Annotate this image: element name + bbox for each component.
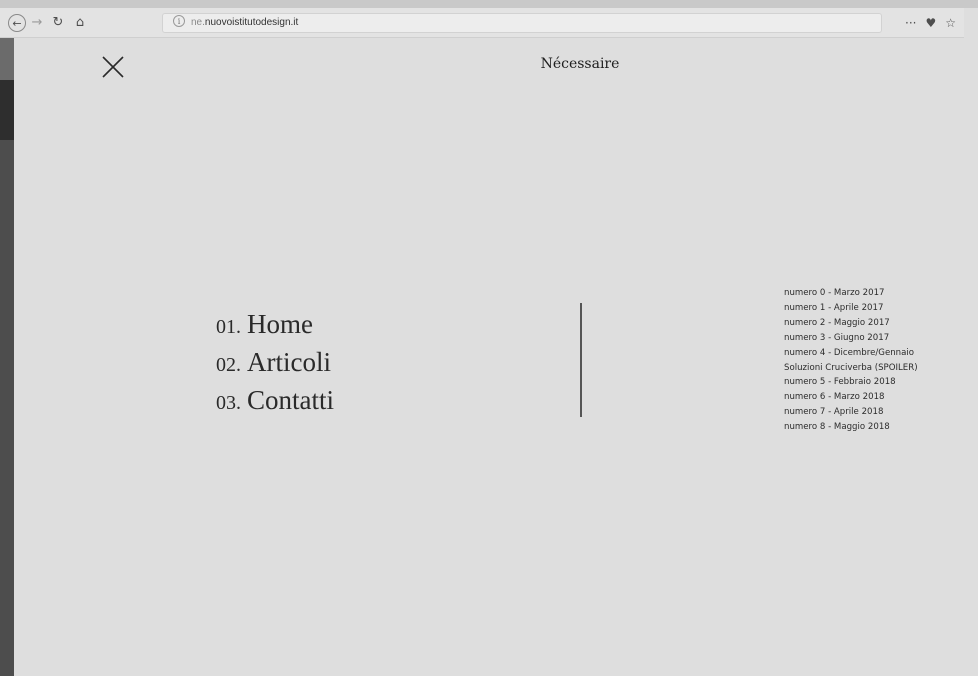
issue-link[interactable]: numero 8 - Maggio 2018 <box>784 420 918 435</box>
site-title[interactable]: Nécessaire <box>480 56 680 72</box>
url-bar[interactable]: i ne.nuovoistitutodesign.it <box>162 13 882 33</box>
issue-link[interactable]: numero 0 - Marzo 2017 <box>784 286 918 301</box>
vertical-divider <box>580 303 582 417</box>
reload-icon[interactable]: ↻ <box>50 14 66 32</box>
menu-item-home[interactable]: 01. Home <box>216 306 334 344</box>
bookmark-star-icon[interactable]: ☆ <box>945 16 956 30</box>
issue-link[interactable]: numero 6 - Marzo 2018 <box>784 390 918 405</box>
browser-toolbar: ← → ↻ ⌂ i ne.nuovoistitutodesign.it ··· … <box>0 8 964 38</box>
issue-link[interactable]: numero 5 - Febbraio 2018 <box>784 375 918 390</box>
menu-item-label: Articoli <box>247 347 331 377</box>
back-icon[interactable]: ← <box>8 14 26 32</box>
menu-item-number: 02. <box>216 354 241 376</box>
home-icon[interactable]: ⌂ <box>72 14 88 32</box>
main-menu: 01. Home 02. Articoli 03. Contatti <box>216 306 334 420</box>
backdrop-strip <box>0 0 978 8</box>
menu-item-label: Home <box>247 309 313 339</box>
url-domain: nuovoistitutodesign.it <box>204 17 299 28</box>
issue-link[interactable]: numero 1 - Aprile 2017 <box>784 301 918 316</box>
issues-list: numero 0 - Marzo 2017 numero 1 - Aprile … <box>784 286 918 435</box>
url-subdomain: ne. <box>191 17 205 28</box>
issue-link[interactable]: numero 2 - Maggio 2017 <box>784 316 918 331</box>
issue-link[interactable]: numero 3 - Giugno 2017 <box>784 331 918 346</box>
menu-item-articoli[interactable]: 02. Articoli <box>216 344 334 382</box>
pocket-icon[interactable]: ♥ <box>925 16 936 30</box>
menu-item-number: 01. <box>216 316 241 338</box>
menu-item-contatti[interactable]: 03. Contatti <box>216 382 334 420</box>
menu-item-number: 03. <box>216 392 241 414</box>
forward-icon[interactable]: → <box>30 14 44 32</box>
info-icon[interactable]: i <box>173 15 185 27</box>
issue-link[interactable]: numero 7 - Aprile 2018 <box>784 405 918 420</box>
url-text[interactable]: ne.nuovoistitutodesign.it <box>191 15 298 31</box>
more-icon[interactable]: ··· <box>905 16 916 30</box>
issue-link[interactable]: Soluzioni Cruciverba (SPOILER) <box>784 361 918 376</box>
close-icon[interactable] <box>100 54 126 80</box>
menu-item-label: Contatti <box>247 385 334 415</box>
toolbar-right-icons: ··· ♥ ☆ <box>905 13 956 33</box>
issue-link[interactable]: numero 4 - Dicembre/Gennaio <box>784 346 918 361</box>
